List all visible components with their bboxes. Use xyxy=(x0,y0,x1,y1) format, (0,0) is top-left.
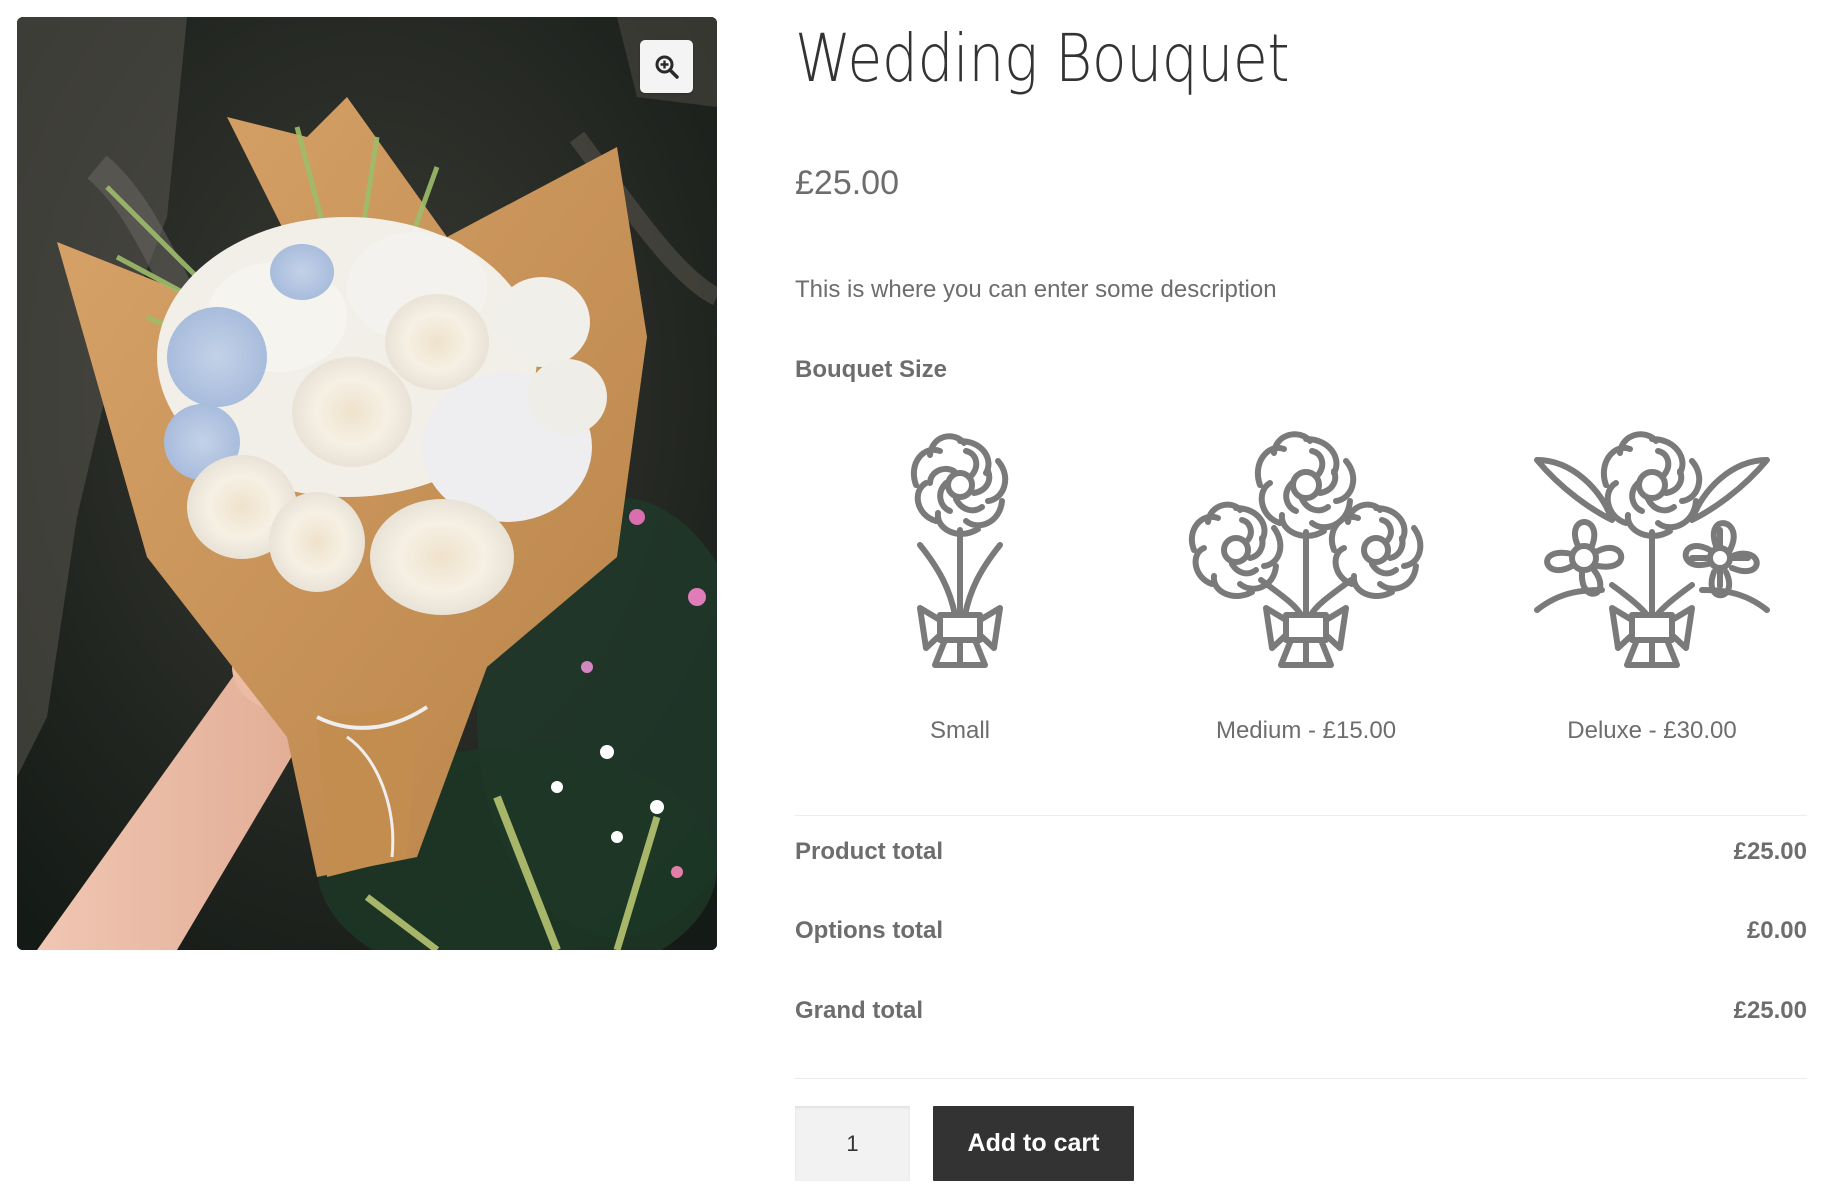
product-total-row: Product total £25.00 xyxy=(795,838,1807,878)
option-deluxe-label: Deluxe - £30.00 xyxy=(1567,717,1737,744)
product-image[interactable] xyxy=(17,17,717,950)
magnifier-plus-icon xyxy=(655,55,679,79)
product-total-value: £25.00 xyxy=(1733,838,1807,865)
zoom-image-button[interactable] xyxy=(640,40,693,93)
product-total-label: Product total xyxy=(795,838,943,865)
grand-total-label: Grand total xyxy=(795,997,924,1024)
add-to-cart-button[interactable]: Add to cart xyxy=(933,1106,1134,1181)
option-medium-label: Medium - £15.00 xyxy=(1215,717,1397,744)
options-divider xyxy=(795,815,1807,816)
option-small-label: Small xyxy=(929,717,990,744)
three-flower-bouquet-icon xyxy=(1189,431,1424,668)
options-total-label: Options total xyxy=(795,917,943,944)
totals-divider xyxy=(795,1078,1807,1079)
grand-total-value: £25.00 xyxy=(1733,997,1807,1024)
option-deluxe[interactable]: Deluxe - £30.00 xyxy=(1487,425,1817,755)
product-title: Wedding Bouquet xyxy=(795,20,1290,97)
bouquet-size-options: Small Medium - £15.00 Deluxe - £30.00 xyxy=(795,425,1807,755)
grand-total-row: Grand total £25.00 xyxy=(795,997,1807,1037)
bouquet-size-label: Bouquet Size xyxy=(795,356,948,383)
options-total-row: Options total £0.00 xyxy=(795,917,1807,957)
bouquet-photo xyxy=(17,17,717,950)
single-flower-bouquet-icon xyxy=(910,433,1009,668)
product-price: £25.00 xyxy=(795,164,899,202)
quantity-input[interactable] xyxy=(795,1106,910,1181)
option-small[interactable]: Small xyxy=(795,425,1125,755)
product-description: This is where you can enter some descrip… xyxy=(795,276,1277,303)
deluxe-bouquet-with-leaves-icon xyxy=(1534,431,1770,668)
option-medium[interactable]: Medium - £15.00 xyxy=(1141,425,1471,755)
options-total-value: £0.00 xyxy=(1746,917,1807,944)
